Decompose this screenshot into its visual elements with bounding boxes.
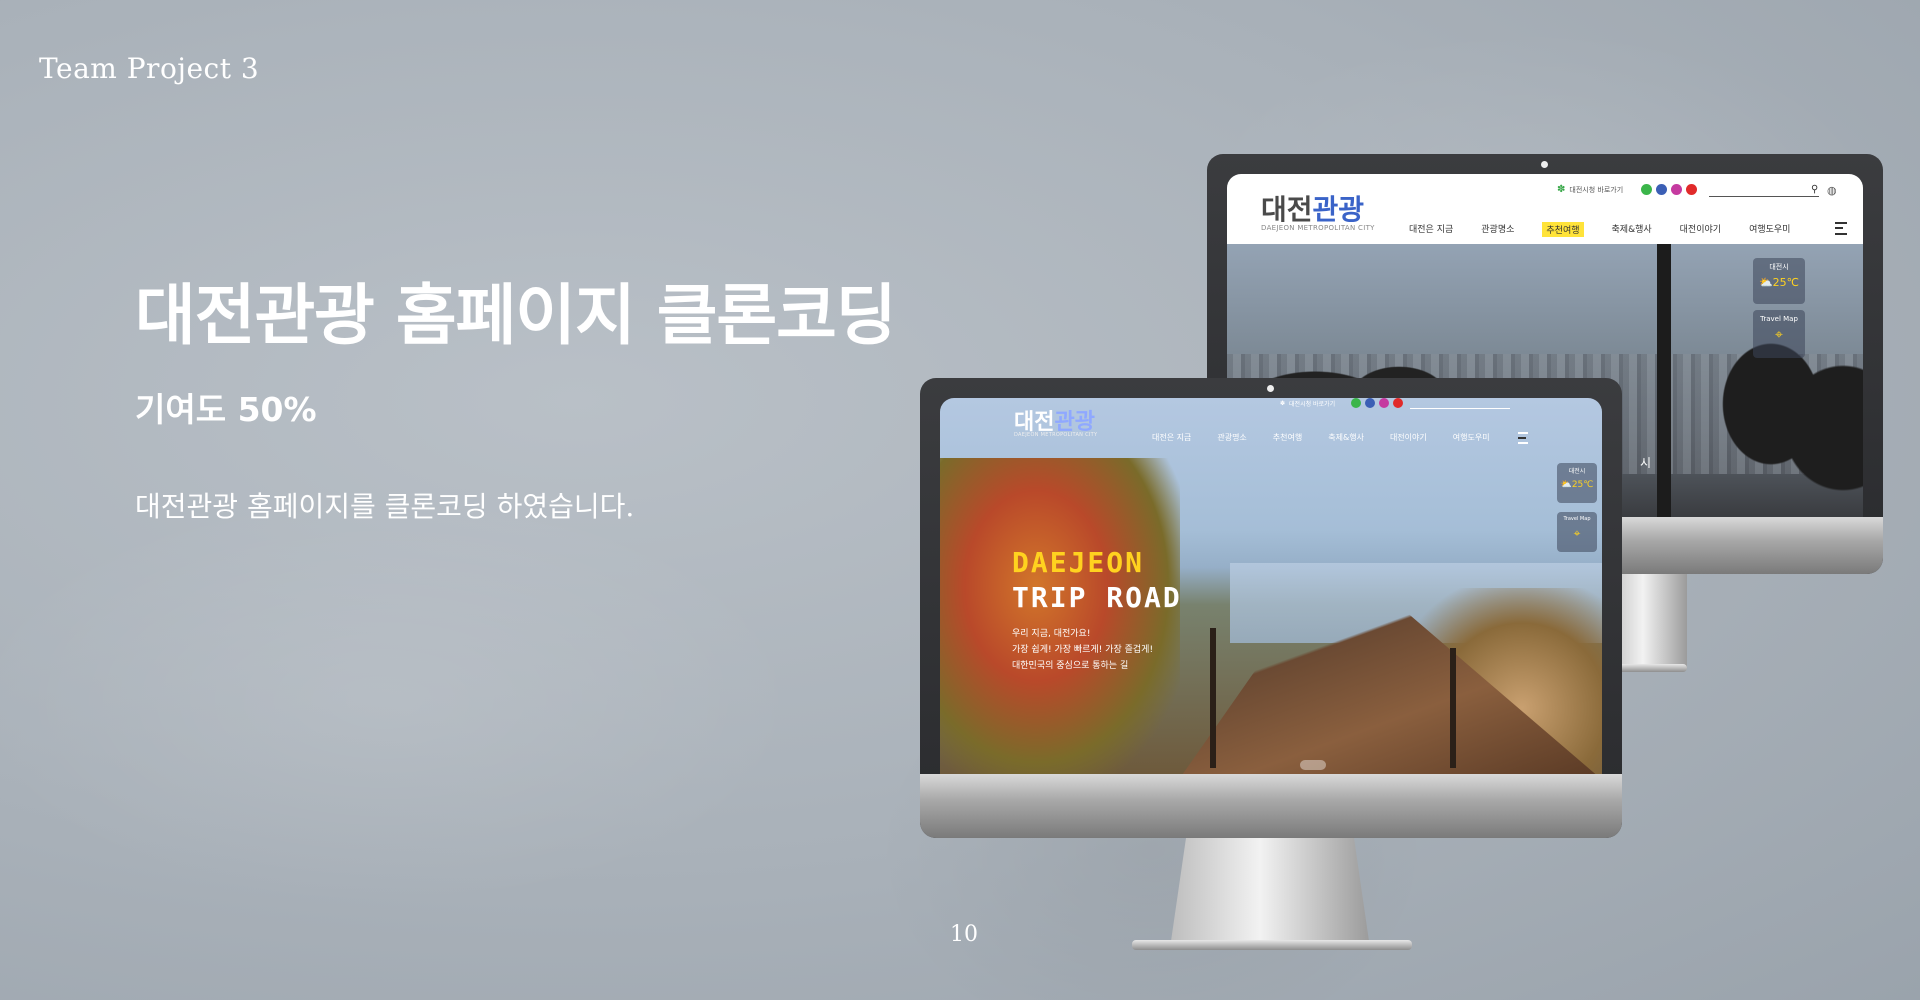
front-nav: 대전은 지금 관광명소 추천여행 축제&행사 대전이야기 여행도우미 xyxy=(1152,432,1490,443)
front-site-header: 대전관광 DAEJEON METROPOLITAN CITY ✽ 대전시청 바로… xyxy=(940,398,1602,453)
back-util-bar: ✽ 대전시청 바로가기 xyxy=(1557,184,1698,195)
slide-description: 대전관광 홈페이지를 클론코딩 하였습니다. xyxy=(135,490,635,523)
nav-item-now[interactable]: 대전은 지금 xyxy=(1152,432,1191,443)
front-monitor-neck xyxy=(1170,838,1370,948)
front-util-bar: ✽ 대전시청 바로가기 xyxy=(1280,398,1404,408)
nav-item-festival[interactable]: 축제&행사 xyxy=(1612,222,1652,237)
flower-icon: ✽ xyxy=(1557,184,1566,195)
nav-item-now[interactable]: 대전은 지금 xyxy=(1409,222,1453,237)
nav-item-attractions[interactable]: 관광명소 xyxy=(1217,432,1246,443)
back-photo-caption: 시 xyxy=(1640,456,1652,470)
globe-icon[interactable]: ◍ xyxy=(1827,184,1837,197)
back-site-logo[interactable]: 대전관광 xyxy=(1261,188,1364,228)
contribution-text: 기여도 50% xyxy=(135,390,317,429)
front-screen: 대전관광 DAEJEON METROPOLITAN CITY ✽ 대전시청 바로… xyxy=(940,398,1602,774)
city-hall-link[interactable]: 대전시청 바로가기 xyxy=(1569,185,1623,195)
kakao-icon[interactable] xyxy=(1351,398,1362,408)
front-weather-widget[interactable]: 대전시 ⛅25℃ xyxy=(1557,463,1597,503)
nav-item-helper[interactable]: 여행도우미 xyxy=(1749,222,1790,237)
slider-pager[interactable] xyxy=(1300,760,1326,770)
nav-item-recommended[interactable]: 추천여행 xyxy=(1273,432,1302,443)
window-frame xyxy=(1657,244,1671,517)
front-monitor: 대전관광 DAEJEON METROPOLITAN CITY ✽ 대전시청 바로… xyxy=(920,378,1622,958)
back-nav: 대전은 지금 관광명소 추천여행 축제&행사 대전이야기 여행도우미 xyxy=(1409,222,1790,237)
project-label: Team Project 3 xyxy=(39,52,260,85)
front-travel-map-widget[interactable]: Travel Map ⌖ xyxy=(1557,512,1597,552)
hero-title-line1: DAEJEON xyxy=(1012,546,1145,579)
youtube-icon[interactable] xyxy=(1686,184,1698,195)
nav-item-recommended[interactable]: 추천여행 xyxy=(1542,222,1584,237)
autumn-trees-left xyxy=(940,458,1180,774)
weather-icon: ⛅ xyxy=(1758,276,1773,289)
nav-item-story[interactable]: 대전이야기 xyxy=(1390,432,1427,443)
front-monitor-foot xyxy=(1132,940,1412,950)
map-pin-icon: ⌖ xyxy=(1573,526,1581,540)
menu-icon[interactable] xyxy=(1518,432,1528,444)
menu-icon[interactable] xyxy=(1835,222,1847,235)
slide-title: 대전관광 홈페이지 클론코딩 xyxy=(135,277,897,354)
back-monitor-camera xyxy=(1541,161,1548,168)
nav-item-festival[interactable]: 축제&행사 xyxy=(1328,432,1364,443)
front-search-input[interactable] xyxy=(1410,408,1510,409)
back-logo-sub: DAEJEON METROPOLITAN CITY xyxy=(1261,224,1375,232)
front-monitor-chin xyxy=(920,774,1622,838)
instagram-icon[interactable] xyxy=(1671,184,1683,195)
map-pin-icon: ⌖ xyxy=(1775,327,1783,343)
railing-right xyxy=(1450,648,1456,768)
weather-icon: ⛅ xyxy=(1560,480,1572,490)
front-logo-sub: DAEJEON METROPOLITAN CITY xyxy=(1014,432,1098,438)
back-weather-widget[interactable]: 대전시 ⛅25℃ xyxy=(1753,258,1805,304)
nav-item-helper[interactable]: 여행도우미 xyxy=(1453,432,1490,443)
railing-left xyxy=(1210,628,1216,768)
search-icon[interactable]: ⚲ xyxy=(1811,184,1818,195)
hero-title-line2: TRIP ROAD xyxy=(1012,581,1182,614)
facebook-icon[interactable] xyxy=(1656,184,1668,195)
facebook-icon[interactable] xyxy=(1365,398,1376,408)
hero-description: 우리 지금, 대전가요! 가장 쉽게! 가장 빠르게! 가장 즐겁게! 대한민국… xyxy=(1012,629,1154,671)
back-search-input[interactable] xyxy=(1709,196,1819,197)
flower-icon: ✽ xyxy=(1280,399,1286,407)
kakao-icon[interactable] xyxy=(1641,184,1653,195)
instagram-icon[interactable] xyxy=(1379,398,1390,408)
back-travel-map-widget[interactable]: Travel Map ⌖ xyxy=(1753,310,1805,358)
nav-item-story[interactable]: 대전이야기 xyxy=(1680,222,1721,237)
back-site-header: 대전관광 DAEJEON METROPOLITAN CITY ✽ 대전시청 바로… xyxy=(1227,174,1863,244)
youtube-icon[interactable] xyxy=(1393,398,1404,408)
city-hall-link[interactable]: 대전시청 바로가기 xyxy=(1289,399,1335,408)
front-monitor-camera xyxy=(1267,385,1274,392)
nav-item-attractions[interactable]: 관광명소 xyxy=(1481,222,1514,237)
